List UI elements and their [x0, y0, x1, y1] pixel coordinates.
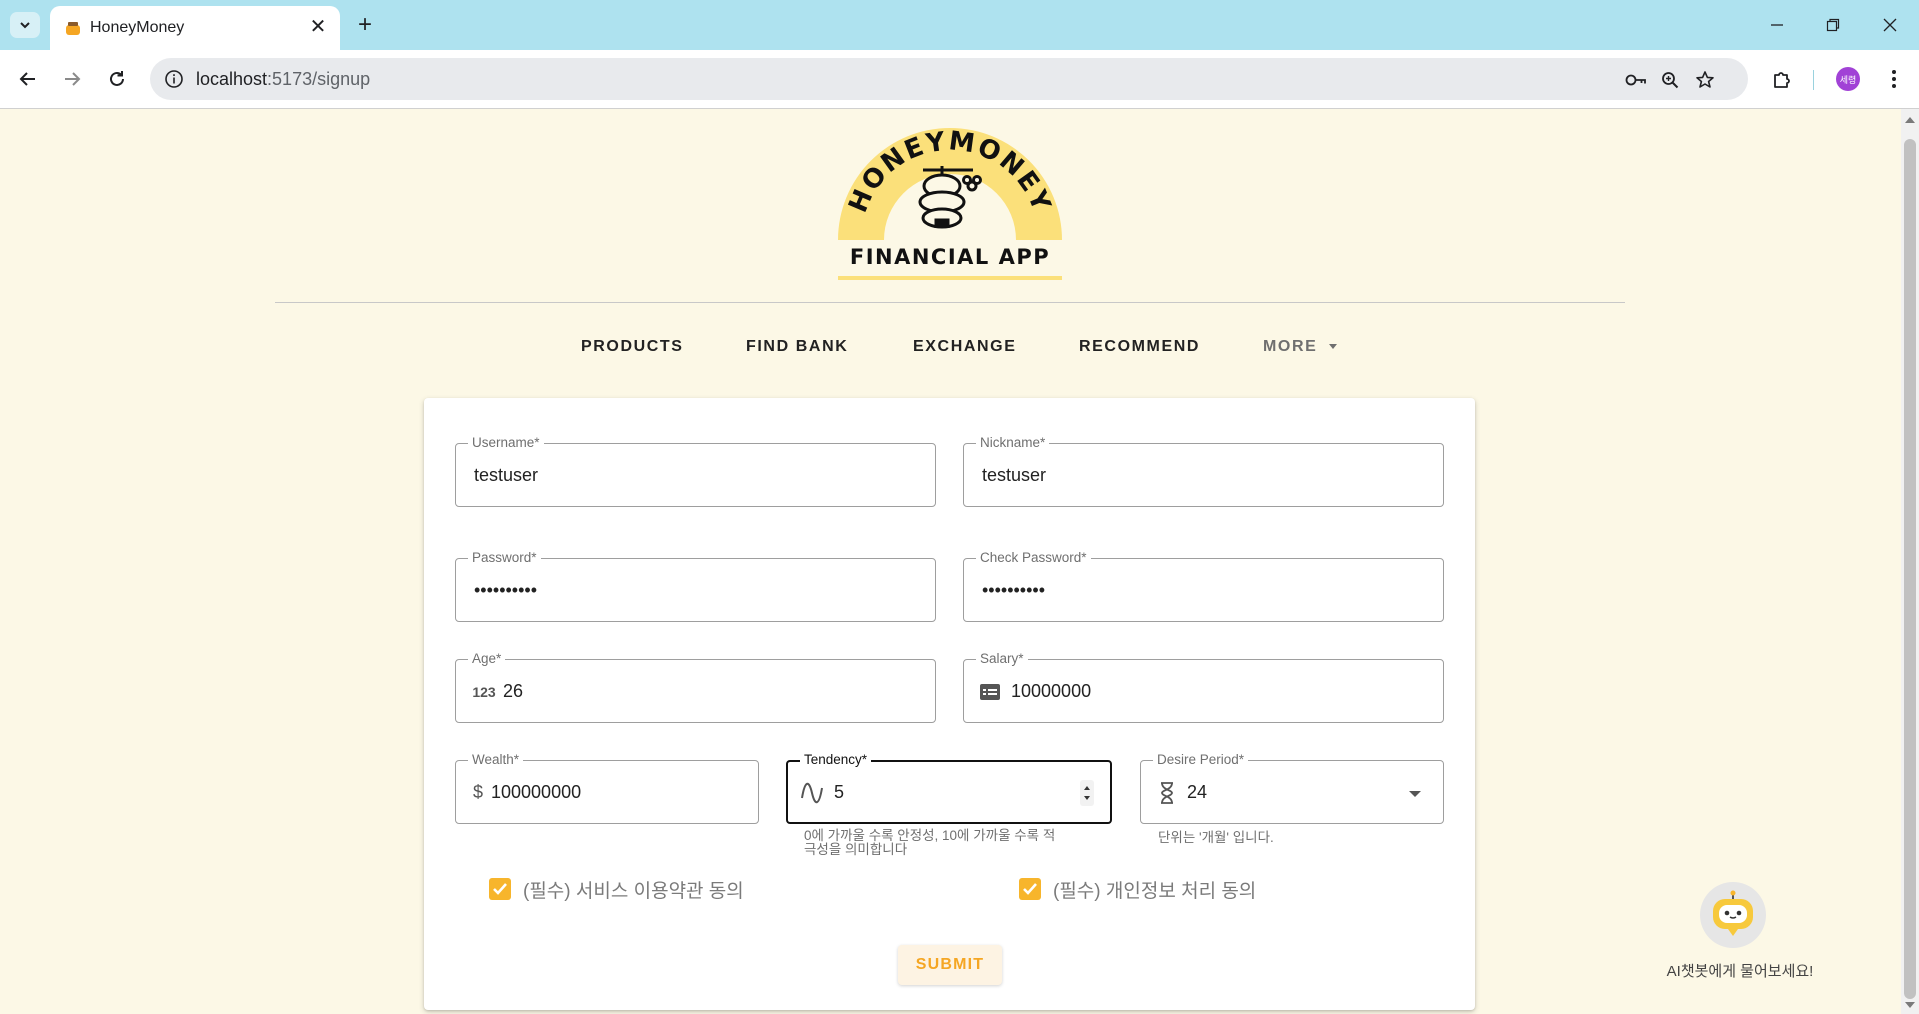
- password-key-icon[interactable]: [1624, 68, 1648, 92]
- url-path: :5173/signup: [267, 69, 371, 89]
- minimize-window-icon[interactable]: [1762, 12, 1792, 38]
- salary-value: 10000000: [1011, 681, 1092, 701]
- extensions-puzzle-icon[interactable]: [1768, 65, 1796, 93]
- header-divider: [275, 302, 1625, 303]
- tab-title: HoneyMoney: [90, 19, 185, 36]
- age-value: 26: [503, 681, 524, 701]
- age-label: Age*: [468, 650, 506, 668]
- kebab-menu-icon[interactable]: [1880, 65, 1908, 93]
- honeymoney-logo[interactable]: HONEYMONEY FINANCIAL APP: [838, 128, 1062, 280]
- chevron-down-icon: [20, 22, 30, 29]
- dollar-prefix: $: [473, 782, 484, 802]
- site-info-icon[interactable]: [163, 68, 185, 90]
- tendency-field[interactable]: Tendency* 5: [786, 751, 1112, 824]
- honey-pot-icon: [66, 22, 80, 35]
- nickname-value: testuser: [982, 465, 1047, 485]
- chatbot-button[interactable]: [1700, 882, 1766, 948]
- address-bar[interactable]: localhost:5173/signup: [150, 58, 1748, 100]
- reload-icon[interactable]: [103, 65, 131, 93]
- password-label: Password*: [468, 549, 541, 567]
- tendency-value: 5: [834, 782, 845, 802]
- wave-icon: [800, 781, 824, 805]
- nav-find-bank[interactable]: FIND BANK: [746, 338, 848, 362]
- scrollbar-thumb[interactable]: [1904, 139, 1916, 999]
- tab-search-button[interactable]: [10, 12, 40, 38]
- nav-products[interactable]: PRODUCTS: [581, 338, 684, 362]
- numbers-123-icon: 123: [472, 684, 496, 700]
- scroll-up-arrow-icon[interactable]: [1905, 117, 1915, 123]
- check-password-label: Check Password*: [976, 549, 1091, 567]
- close-window-icon[interactable]: [1875, 12, 1905, 38]
- robot-icon: [1713, 890, 1753, 936]
- wealth-label: Wealth*: [468, 751, 524, 769]
- privacy-label[interactable]: (필수) 개인정보 처리 동의: [1053, 876, 1256, 903]
- nav-more-label: MORE: [1263, 338, 1318, 355]
- salary-label: Salary*: [976, 650, 1028, 668]
- check-password-field[interactable]: Check Password* ••••••••••: [963, 549, 1444, 622]
- dropdown-arrow-icon[interactable]: [1409, 791, 1421, 797]
- new-tab-button[interactable]: +: [352, 11, 378, 38]
- submit-button[interactable]: SUBMIT: [898, 945, 1002, 985]
- url-host: localhost: [196, 69, 268, 89]
- check-password-value: ••••••••••: [982, 580, 1046, 600]
- nickname-label: Nickname*: [976, 434, 1050, 452]
- chatbot-label: AI챗봇에게 물어보세요!: [1666, 963, 1814, 980]
- hourglass-icon: [1155, 781, 1179, 805]
- zoom-icon[interactable]: [1658, 68, 1682, 92]
- nickname-field[interactable]: Nickname* testuser: [963, 434, 1444, 507]
- password-field[interactable]: Password* ••••••••••: [455, 549, 936, 622]
- card-icon: [978, 680, 1002, 704]
- scroll-down-arrow-icon[interactable]: [1905, 1002, 1915, 1008]
- browser-toolbar: localhost:5173/signup 세령: [0, 50, 1919, 108]
- nav-recommend[interactable]: RECOMMEND: [1079, 338, 1200, 362]
- profile-avatar[interactable]: 세령: [1836, 67, 1860, 91]
- tendency-label: Tendency*: [800, 751, 872, 769]
- nav-exchange[interactable]: EXCHANGE: [913, 338, 1016, 362]
- logo-subtitle: FINANCIAL APP: [850, 245, 1050, 269]
- tab-close-icon[interactable]: ✕: [306, 14, 330, 38]
- desire-period-hint: 단위는 '개월' 입니다.: [1158, 830, 1274, 845]
- page-scrollbar[interactable]: [1901, 109, 1919, 1014]
- tendency-hint-line2: 극성을 의미합니다: [804, 842, 908, 857]
- wealth-field[interactable]: Wealth* $ 100000000: [455, 751, 759, 824]
- toolbar-separator: [1813, 70, 1814, 90]
- privacy-checkbox[interactable]: [1019, 878, 1041, 900]
- caret-down-icon: [1329, 344, 1338, 350]
- salary-field[interactable]: Salary* 10000000: [963, 650, 1444, 723]
- check-icon: [1023, 883, 1037, 895]
- number-spinner[interactable]: [1080, 780, 1094, 806]
- nav-more-menu[interactable]: MORE: [1263, 338, 1338, 362]
- desire-period-label: Desire Period*: [1153, 751, 1249, 769]
- back-arrow-icon[interactable]: [14, 65, 42, 93]
- wealth-value: 100000000: [491, 782, 582, 802]
- browser-tab-active[interactable]: HoneyMoney ✕: [50, 6, 340, 50]
- terms-label[interactable]: (필수) 서비스 이용약관 동의: [523, 876, 744, 903]
- bookmark-star-icon[interactable]: [1693, 68, 1717, 92]
- terms-checkbox[interactable]: [489, 878, 511, 900]
- browser-tab-bar: HoneyMoney ✕ +: [0, 0, 1919, 50]
- forward-arrow-icon[interactable]: [58, 65, 86, 93]
- password-value: ••••••••••: [474, 580, 538, 600]
- username-field[interactable]: Username* testuser: [455, 434, 936, 507]
- username-label: Username*: [468, 434, 544, 452]
- desire-period-select[interactable]: Desire Period* 24: [1140, 751, 1444, 824]
- username-value: testuser: [474, 465, 539, 485]
- desire-period-value: 24: [1187, 782, 1208, 802]
- age-field[interactable]: Age* 123 26: [455, 650, 936, 723]
- restore-window-icon[interactable]: [1818, 12, 1848, 38]
- check-icon: [493, 883, 507, 895]
- url-text[interactable]: localhost:5173/signup: [196, 69, 370, 90]
- tendency-hint-line1: 0에 가까울 수록 안정성, 10에 가까울 수록 적: [804, 828, 1056, 843]
- toolbar-divider: [0, 108, 1919, 109]
